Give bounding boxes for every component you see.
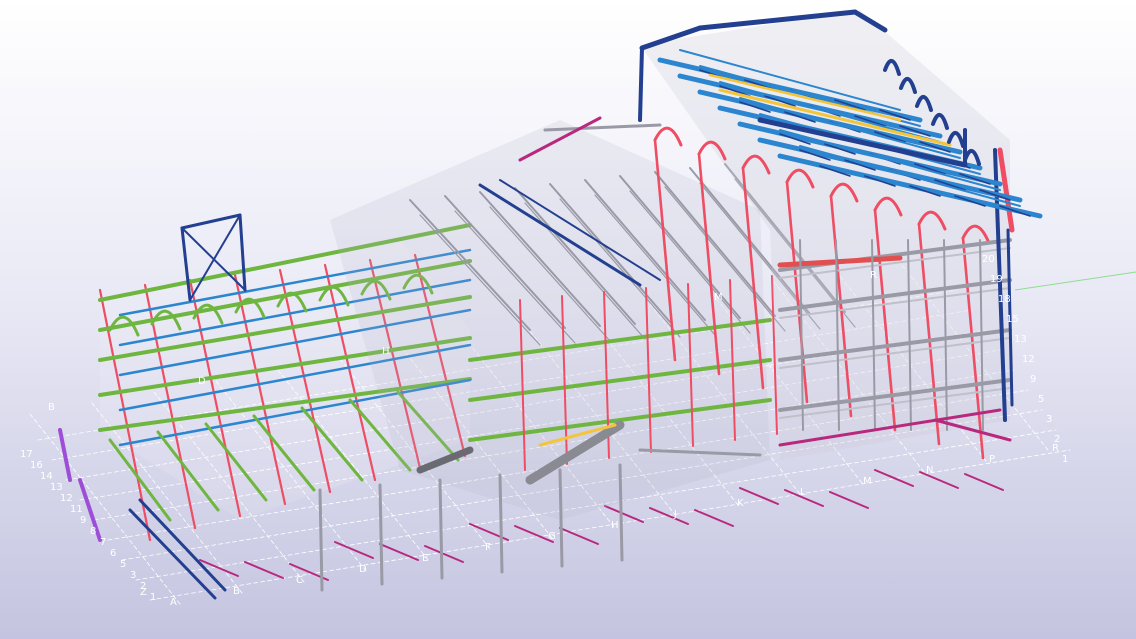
grid-label-h: H (611, 520, 619, 531)
model-viewport[interactable]: A B C D E F G H J K L M N P R 1 2 3 5 6 7 8 9 11 12 13 14 16 17 B Z 1 2 3… (0, 0, 1136, 639)
grid-label-3: 3 (130, 570, 136, 581)
tower-arch (653, 126, 683, 147)
roof-frame (638, 46, 644, 122)
grid-label-right-18: 18 (998, 294, 1011, 305)
grid-label-17: 17 (20, 449, 33, 460)
foundation-beam (829, 491, 869, 509)
grid-label-8: 8 (90, 526, 96, 537)
grid-label-11: 11 (70, 504, 83, 515)
grid-label-1: 1 (150, 592, 156, 603)
grid-label-9: 9 (80, 515, 86, 526)
grid-label-6: 6 (110, 548, 116, 559)
hall-grey-column (498, 473, 504, 574)
grid-label-7: 7 (100, 537, 106, 548)
grid-label-f: F (485, 542, 491, 553)
grid-label-l: L (800, 487, 806, 498)
grid-label-right-3: 3 (1046, 414, 1052, 425)
grid-label-c: C (296, 575, 303, 586)
foundation-beam (244, 561, 284, 579)
lift-core (180, 213, 242, 230)
grid-label-right-13: 13 (1014, 334, 1027, 345)
grid-label-16: 16 (30, 460, 43, 471)
grid-label-b: B (233, 586, 240, 597)
grid-label-13: 13 (50, 482, 63, 493)
grid-label-right-15: 15 (1006, 314, 1019, 325)
grid-label-right-9: 9 (1030, 374, 1036, 385)
grid-label-n: N (926, 465, 933, 476)
grid-label-14: 14 (40, 471, 53, 482)
grid-label-right-12: 12 (1022, 354, 1035, 365)
hall-grey-column (438, 478, 444, 580)
grid-label-inner-d: D (198, 376, 206, 387)
grid-label-k: K (737, 498, 744, 509)
grid-label-12: 12 (60, 493, 73, 504)
foundation-beam (874, 469, 914, 487)
hall-grey-column (558, 468, 564, 568)
grid-label-left-b: B (48, 402, 55, 413)
post (58, 428, 72, 482)
foundation-beam (694, 509, 734, 527)
grid-label-right-20: 20 (982, 254, 995, 265)
grid-label-inner-m: M (714, 292, 723, 303)
structural-model-3d[interactable]: ABCDEFGHJKLMNPR12356789111213141617BZ123… (0, 0, 1136, 639)
foundation-beam (964, 473, 1004, 491)
foundation-beam (424, 545, 464, 563)
grid-label-e: E (422, 553, 428, 564)
hall-grey-column (318, 488, 324, 592)
grid-label-right-r: R (870, 270, 877, 281)
foundation-beam (649, 507, 689, 525)
grid-label-g: G (548, 531, 556, 542)
hall-grey-column (618, 463, 624, 562)
foundation-beam (739, 487, 779, 505)
grid-label-p: P (989, 454, 995, 465)
grid-label-j: J (673, 509, 677, 520)
foundation-beam (379, 543, 419, 561)
grid-label-inner-h: H (382, 346, 390, 357)
grid-label-5: 5 (120, 559, 126, 570)
grid-label-left-z: Z (140, 587, 147, 598)
grid-label-a: A (170, 597, 177, 608)
grid-label-d: D (359, 564, 367, 575)
grid-label-right-2: 2 (1054, 434, 1060, 445)
grid-label-right-5: 5 (1038, 394, 1044, 405)
hall-grey-column (378, 483, 384, 586)
grid-label-right-19: 19 (990, 274, 1003, 285)
grid-label-m: M (863, 476, 872, 487)
grid-label-right-1: 1 (1062, 454, 1068, 465)
axis-line (1014, 271, 1136, 291)
